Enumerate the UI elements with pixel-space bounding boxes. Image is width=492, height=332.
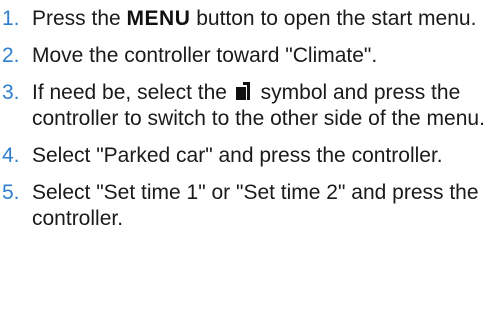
step-text: Move the controller toward "Climate".: [32, 44, 378, 67]
step-text: If need be, select the: [32, 81, 233, 104]
step-3: 3. If need be, select the symbol and pre…: [0, 80, 492, 132]
step-5: 5. Select "Set time 1" or "Set time 2" a…: [0, 180, 492, 232]
switch-side-icon: [235, 81, 253, 101]
step-text: Select "Parked car" and press the contro…: [32, 144, 443, 167]
step-1: 1. Press the MENU button to open the sta…: [0, 6, 492, 32]
step-number: 5.: [2, 181, 20, 204]
step-number: 2.: [2, 44, 20, 67]
step-text: Select "Set time 1" or "Set time 2" and …: [32, 181, 479, 230]
step-number: 3.: [2, 81, 20, 104]
step-text: button to open the start menu.: [190, 7, 477, 30]
step-2: 2. Move the controller toward "Climate".: [0, 43, 492, 69]
step-4: 4. Select "Parked car" and press the con…: [0, 143, 492, 169]
step-number: 4.: [2, 144, 20, 167]
menu-button-label: MENU: [126, 7, 191, 30]
step-text: Press the: [32, 7, 127, 30]
instruction-steps: 1. Press the MENU button to open the sta…: [0, 6, 492, 232]
step-number: 1.: [2, 7, 20, 30]
